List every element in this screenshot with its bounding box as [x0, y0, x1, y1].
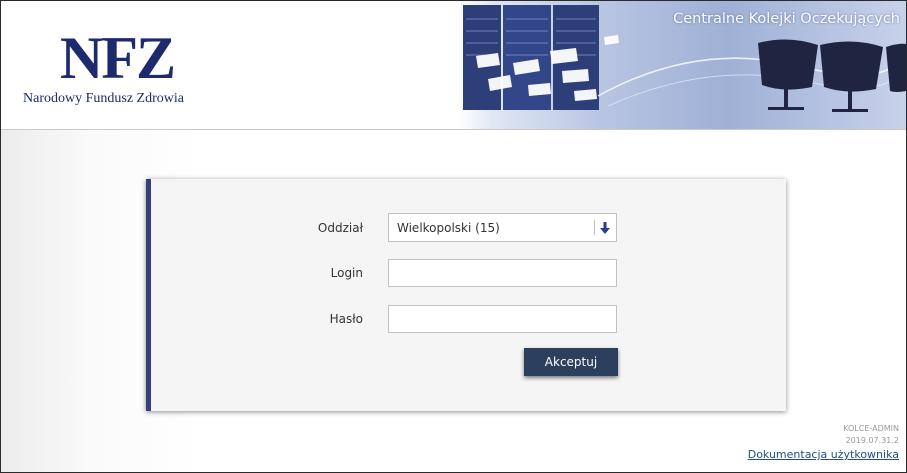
app-window: NFZ Narodowy Fundusz Zdrowia Centralne K…	[0, 0, 907, 473]
header-banner: Centralne Kolejki Oczekujących	[458, 1, 906, 129]
branch-select[interactable]: Wielkopolski (15)	[388, 213, 617, 242]
logo-subtitle: Narodowy Fundusz Zdrowia	[23, 91, 184, 106]
select-divider	[594, 220, 595, 235]
password-input[interactable]	[388, 305, 617, 333]
login-label: Login	[330, 266, 363, 280]
waiting-chairs-graphic	[758, 39, 906, 112]
arrow-down-icon[interactable]	[600, 221, 610, 235]
system-name: KOLCE-ADMIN	[843, 424, 899, 433]
header: NFZ Narodowy Fundusz Zdrowia Centralne K…	[1, 1, 906, 130]
branch-select-value: Wielkopolski (15)	[397, 221, 500, 235]
password-label: Hasło	[329, 312, 363, 326]
submit-button[interactable]: Akceptuj	[524, 348, 618, 376]
logo-mark: NFZ	[60, 25, 176, 91]
login-input[interactable]	[388, 259, 617, 287]
branch-label: Oddział	[317, 221, 363, 235]
server-racks-graphic	[463, 5, 619, 110]
version-label: 2019.07.31.2	[845, 436, 899, 445]
user-docs-link[interactable]: Dokumentacja użytkownika	[748, 448, 899, 461]
banner-title: Centralne Kolejki Oczekujących	[673, 11, 900, 27]
nfz-logo: NFZ Narodowy Fundusz Zdrowia	[23, 21, 203, 116]
